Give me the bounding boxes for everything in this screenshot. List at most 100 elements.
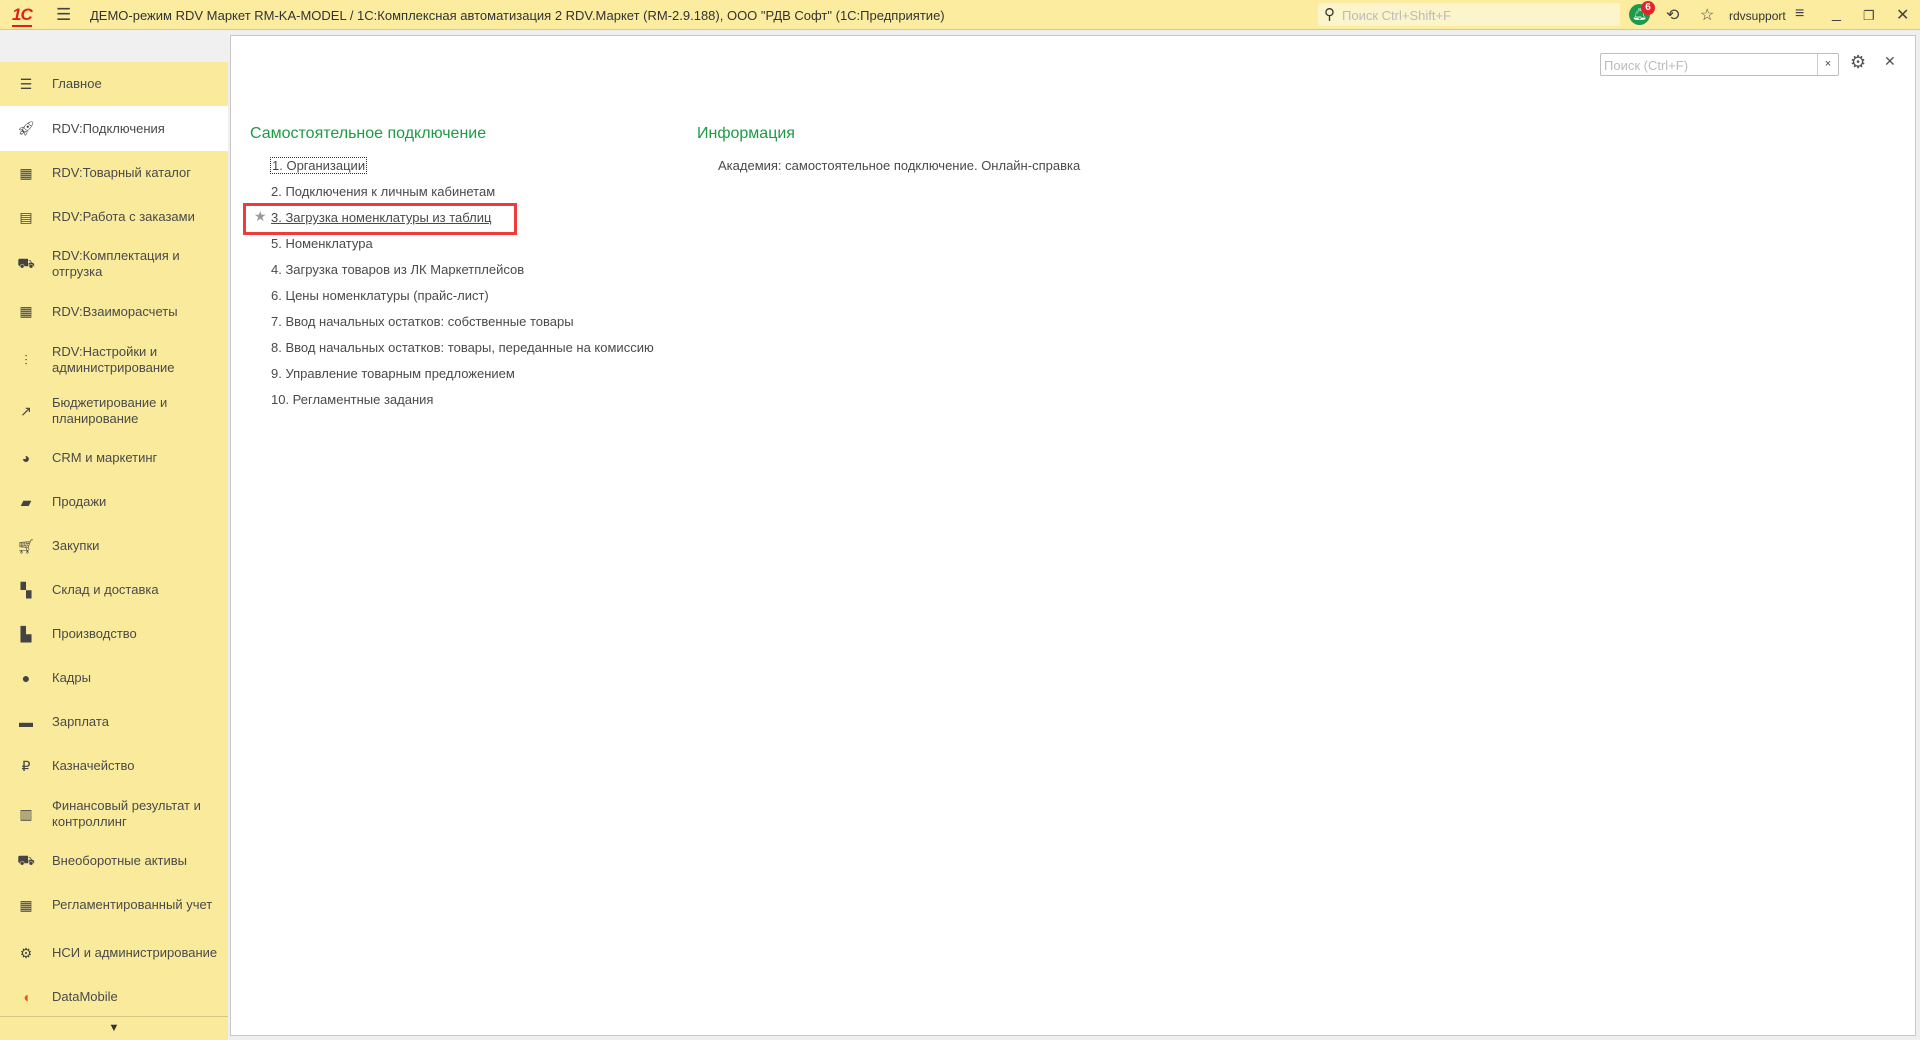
sidebar-header — [0, 30, 230, 62]
pie-chart-icon: ◕ — [21, 450, 31, 466]
favorites-star-icon[interactable]: ☆ — [1700, 5, 1714, 25]
user-name[interactable]: rdvsupport — [1729, 9, 1786, 23]
sidebar-item[interactable]: ▬ Зарплата — [0, 700, 228, 744]
sidebar-item[interactable]: ⛟ Внеоборотные активы — [0, 840, 228, 882]
sidebar-item-label: Главное — [52, 76, 102, 91]
sidebar-item-label: Казначейство — [52, 758, 135, 773]
section-heading-self-connect: Самостоятельное подключение — [250, 125, 487, 142]
sidebar-item[interactable]: ▤ RDV:Работа с заказами — [0, 195, 228, 239]
factory-icon: ▙ — [20, 625, 32, 642]
calculator-icon: ▦ — [19, 303, 33, 319]
bag-icon: ▰ — [20, 493, 32, 510]
sidebar-item-label: RDV:Взаиморасчеты — [52, 303, 178, 319]
section-link[interactable]: 7. Ввод начальных остатков: собственные … — [271, 314, 574, 329]
sidebar-item[interactable]: ▙ Производство — [0, 612, 228, 656]
highlight-box — [243, 203, 517, 235]
main-menu-button[interactable]: ☰ — [56, 5, 71, 25]
sidebar-item[interactable]: ▦ RDV:Взаиморасчеты — [0, 289, 228, 334]
sidebar-item[interactable]: ● Кадры — [0, 656, 228, 700]
sidebar-item-label: RDV:Настройки и администрирование — [52, 344, 175, 375]
section-link[interactable]: 2. Подключения к личным кабинетам — [271, 184, 495, 199]
sidebar-item-label: Финансовый результат и контроллинг — [52, 798, 201, 829]
sidebar-item-label: Производство — [52, 626, 137, 641]
orders-icon: ▤ — [19, 208, 33, 225]
restore-button[interactable]: ❐ — [1863, 8, 1875, 24]
title-bar: 1С ☰ ДЕМО-режим RDV Маркет RM-KA-MODEL /… — [0, 0, 1920, 30]
minimize-button[interactable]: _ — [1832, 5, 1841, 23]
section-link[interactable]: 5. Номенклатура — [271, 236, 373, 251]
sidebar-item[interactable]: ⛟ RDV:Комплектация и отгрузка — [0, 239, 228, 289]
sidebar-item[interactable]: ▥ Финансовый результат и контроллинг — [0, 788, 228, 840]
bar-chart-icon: ▥ — [19, 805, 33, 822]
section-link[interactable]: 4. Загрузка товаров из ЛК Маркетплейсов — [271, 262, 524, 277]
sidebar-item-label: Склад и доставка — [52, 582, 159, 597]
window-title: ДЕМО-режим RDV Маркет RM-KA-MODEL / 1С:К… — [90, 8, 945, 23]
search-placeholder: Поиск Ctrl+Shift+F — [1342, 8, 1451, 23]
sidebar-item-label: Зарплата — [52, 714, 109, 729]
search-placeholder: Поиск (Ctrl+F) — [1604, 58, 1689, 73]
favorite-star-icon[interactable]: ★ — [254, 208, 267, 225]
settings-menu-icon[interactable]: ≡ — [1795, 5, 1804, 23]
cart-dolly-icon: ⛟ — [17, 254, 35, 271]
sidebar-item-label: Регламентированный учет — [52, 897, 213, 912]
ruble-icon: ₽ — [21, 757, 31, 774]
sidebar-scroll-down-button[interactable]: ▼ — [0, 1016, 228, 1040]
rocket-icon: 🚀︎ — [17, 120, 35, 136]
history-icon[interactable]: ⟲ — [1666, 5, 1679, 25]
section-link[interactable]: 10. Регламентные задания — [271, 392, 433, 407]
sidebar-item-label: Закупки — [52, 538, 100, 553]
sidebar-item[interactable]: ▦ Регламентированный учет — [0, 882, 228, 928]
catalog-icon: ▦ — [19, 164, 33, 181]
gear-icon: ⚙ — [19, 944, 33, 961]
cart-icon: 🛒︎ — [17, 537, 35, 554]
card-icon: ▬ — [19, 714, 33, 730]
warehouse-icon: ▚ — [20, 581, 32, 598]
search-icon: ⚲ — [1324, 6, 1335, 23]
sidebar-item-label: CRM и маркетинг — [52, 450, 158, 465]
sidebar-item-label: НСИ и администрирование — [52, 945, 218, 960]
form-search-input[interactable]: Поиск (Ctrl+F) × — [1600, 53, 1839, 76]
datamobile-icon: ◖ — [21, 989, 31, 1005]
info-link[interactable]: Академия: самостоятельное подключение. О… — [718, 158, 1080, 173]
sidebar-item[interactable]: ⚙ НСИ и администрирование — [0, 928, 228, 978]
clear-search-button[interactable]: × — [1817, 54, 1838, 75]
sidebar-item[interactable]: ◖ DataMobile — [0, 978, 228, 1016]
sidebar: ☰ Главное 🚀︎ RDV:Подключения ▦ RDV:Товарный к… — [0, 62, 228, 1040]
notifications-badge: 6 — [1641, 1, 1655, 15]
sidebar-item[interactable]: ⫶ RDV:Настройки и администрирование — [0, 334, 228, 386]
sidebar-item-label: Бюджетирование и планирование — [52, 395, 168, 426]
global-search-input[interactable]: ⚲ Поиск Ctrl+Shift+F — [1318, 3, 1620, 26]
sidebar-item[interactable]: ◕ CRM и маркетинг — [0, 436, 228, 480]
sidebar-item-label: RDV:Подключения — [52, 120, 165, 136]
sidebar-item[interactable]: ▦ RDV:Товарный каталог — [0, 151, 228, 195]
truck-icon: ⛟ — [17, 851, 35, 868]
sidebar-item[interactable]: ▚ Склад и доставка — [0, 568, 228, 612]
section-link[interactable]: 9. Управление товарным предложением — [271, 366, 515, 381]
sidebar-item-label: RDV:Работа с заказами — [52, 209, 195, 224]
calculator-icon: ▦ — [19, 896, 33, 913]
sidebar-item-label: RDV:Товарный каталог — [52, 165, 192, 180]
content-panel: Поиск (Ctrl+F) × ⚙ ✕ Самостоятельное подк… — [230, 35, 1916, 1036]
section-link[interactable]: 1. Организации — [269, 157, 368, 174]
gear-icon[interactable]: ⚙ — [1850, 52, 1866, 73]
sidebar-item[interactable]: ▰ Продажи — [0, 480, 228, 524]
sidebar-item-label: Кадры — [52, 670, 91, 685]
1c-logo: 1С — [12, 5, 33, 27]
sidebar-item[interactable]: 🚀︎ RDV:Подключения — [0, 106, 228, 151]
section-link[interactable]: 6. Цены номенклатуры (прайс-лист) — [271, 288, 489, 303]
section-heading-info: Информация — [697, 125, 795, 142]
budget-icon: ↗ — [20, 402, 32, 419]
sidebar-item-label: RDV:Комплектация и отгрузка — [52, 248, 180, 279]
close-form-button[interactable]: ✕ — [1884, 53, 1896, 70]
sidebar-item-label: Внеоборотные активы — [52, 853, 188, 868]
sidebar-item[interactable]: ₽ Казначейство — [0, 744, 228, 788]
sidebar-item[interactable]: ☰ Главное — [0, 62, 228, 106]
sliders-icon: ⫶ — [24, 351, 28, 368]
sidebar-item[interactable]: 🛒︎ Закупки — [0, 524, 228, 568]
sidebar-item-label: DataMobile — [52, 989, 118, 1004]
sidebar-item[interactable]: ↗ Бюджетирование и планирование — [0, 386, 228, 436]
sidebar-item-label: Продажи — [52, 494, 107, 509]
close-window-button[interactable]: ✕ — [1896, 5, 1909, 25]
section-link[interactable]: 8. Ввод начальных остатков: товары, пере… — [271, 340, 654, 355]
menu-icon: ☰ — [19, 75, 33, 92]
